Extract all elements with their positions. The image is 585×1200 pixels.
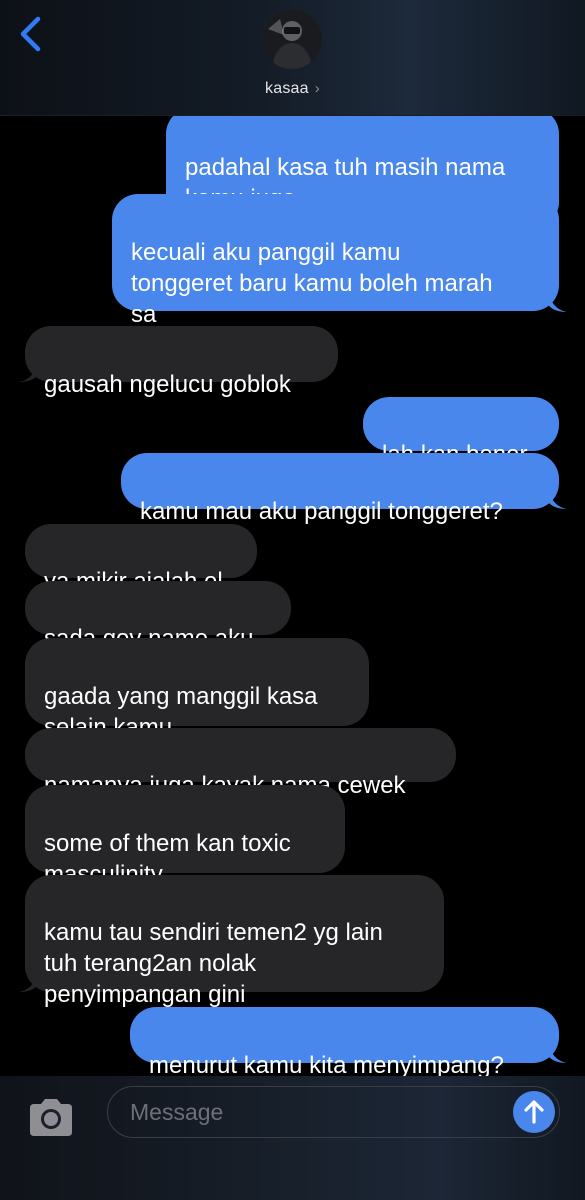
message-bubble-incoming[interactable]: gaada yang manggil kasa selain kamu <box>25 638 369 741</box>
message-bubble-incoming[interactable]: ya mikir ajalah el <box>25 524 257 595</box>
contact-name: kasaa <box>265 80 309 97</box>
message-list[interactable]: padahal kasa tuh masih nama kamu juga ke… <box>0 116 585 1076</box>
avatar-photo <box>262 9 322 69</box>
message-bubble-outgoing[interactable]: lah kan bener <box>363 397 559 468</box>
message-input[interactable] <box>107 1086 560 1138</box>
bubble-tail <box>549 1043 567 1063</box>
chevron-left-icon <box>20 16 41 52</box>
bubble-tail <box>549 489 567 509</box>
message-bubble-outgoing[interactable]: kamu mau aku panggil tonggeret? <box>121 453 559 525</box>
message-bubble-incoming[interactable]: kamu tau sendiri temen2 yg lain tuh tera… <box>25 875 444 1008</box>
bubble-tail <box>19 362 37 382</box>
contact-name-button[interactable]: kasaa › <box>0 80 585 98</box>
camera-icon <box>30 1099 72 1136</box>
message-bubble-incoming[interactable]: namanya juga kayak nama cewek <box>25 728 456 799</box>
bubble-tail <box>19 972 37 992</box>
conversation-header: kasaa › <box>0 0 585 116</box>
bubble-tail <box>549 292 567 312</box>
back-button[interactable] <box>14 14 50 54</box>
message-bubble-incoming[interactable]: some of them kan toxic masculinity <box>25 785 345 888</box>
message-bubble-incoming[interactable]: gausah ngelucu goblok <box>25 326 338 398</box>
contact-avatar[interactable] <box>262 9 322 69</box>
chevron-right-icon: › <box>314 80 320 97</box>
camera-button[interactable] <box>26 1098 76 1138</box>
send-button[interactable] <box>513 1091 555 1133</box>
composer-bar <box>0 1076 585 1200</box>
arrow-up-icon <box>524 1100 544 1124</box>
message-bubble-incoming[interactable]: sada gov name aku <box>25 581 291 652</box>
message-bubble-outgoing[interactable]: menurut kamu kita menyimpang? <box>130 1007 559 1076</box>
message-bubble-outgoing[interactable]: kecuali aku panggil kamu tonggeret baru … <box>112 194 559 328</box>
